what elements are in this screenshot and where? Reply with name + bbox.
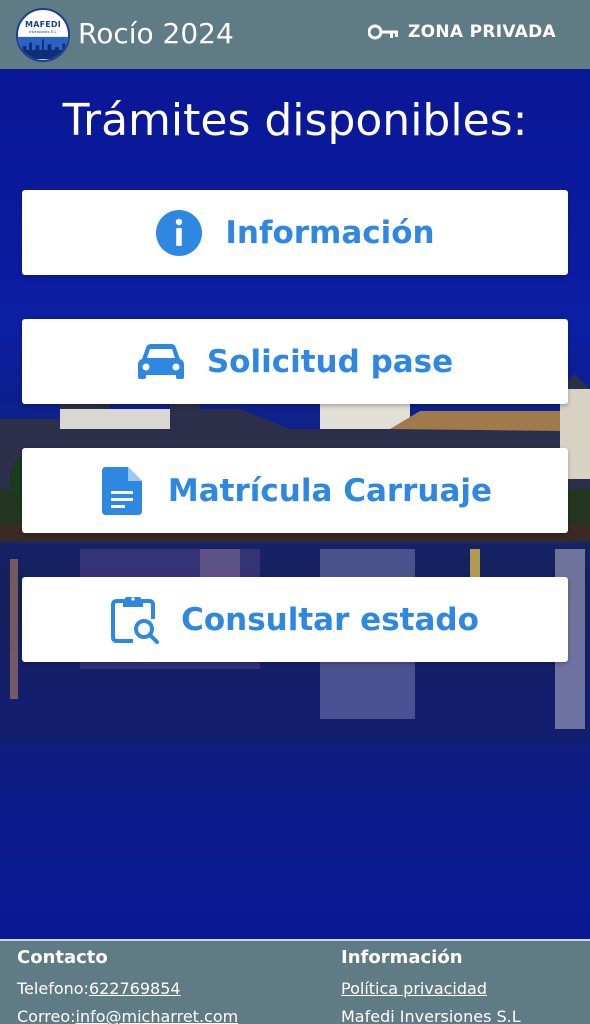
- top-app-bar: MAFEDI Inversiones S.L Rocío 2024 ZONA P…: [0, 0, 590, 69]
- zona-privada-button[interactable]: ZONA PRIVADA: [368, 22, 556, 42]
- app-title: Rocío 2024: [78, 17, 234, 50]
- zona-privada-label: ZONA PRIVADA: [408, 22, 556, 42]
- document-icon: [98, 466, 146, 515]
- footer: Contacto Telefono:622769854 Correo:info@…: [0, 939, 590, 1024]
- solicitud-pase-label: Solicitud pase: [206, 343, 454, 380]
- phone-link[interactable]: 622769854: [89, 979, 181, 998]
- page-heading: Trámites disponibles:: [62, 95, 528, 146]
- footer-company-name: Mafedi Inversiones S.L: [341, 1007, 521, 1024]
- consultar-estado-button[interactable]: Consultar estado: [22, 577, 568, 662]
- logo-text: MAFEDI: [25, 20, 61, 29]
- informacion-label: Información: [225, 214, 435, 251]
- car-icon: [137, 338, 185, 386]
- footer-info-column: Información Política privacidad Mafedi I…: [341, 947, 521, 1024]
- matricula-carruaje-label: Matrícula Carruaje: [167, 472, 493, 509]
- matricula-carruaje-button[interactable]: Matrícula Carruaje: [22, 448, 568, 533]
- key-icon: [368, 24, 399, 40]
- clipboard-search-icon: [111, 596, 160, 644]
- phone-prefix: Telefono:: [17, 979, 89, 998]
- informacion-button[interactable]: Información: [22, 190, 568, 275]
- logo-subtext: Inversiones S.L: [29, 29, 57, 34]
- footer-privacy-line: Política privacidad: [341, 979, 521, 998]
- privacy-policy-link[interactable]: Política privacidad: [341, 979, 487, 998]
- email-prefix: Correo:: [17, 1007, 76, 1024]
- consultar-estado-label: Consultar estado: [181, 601, 479, 638]
- info-icon: [155, 209, 203, 257]
- email-link[interactable]: info@micharret.com: [76, 1007, 239, 1024]
- solicitud-pase-button[interactable]: Solicitud pase: [22, 319, 568, 404]
- footer-contact-heading: Contacto: [17, 947, 108, 968]
- footer-phone-line: Telefono:622769854: [17, 979, 238, 998]
- footer-email-line: Correo:info@micharret.com: [17, 1007, 238, 1024]
- footer-info-heading: Información: [341, 947, 463, 968]
- logo-skyline-icon: [18, 36, 68, 60]
- mafedi-logo[interactable]: MAFEDI Inversiones S.L: [16, 8, 70, 62]
- footer-contact-column: Contacto Telefono:622769854 Correo:info@…: [17, 947, 238, 1024]
